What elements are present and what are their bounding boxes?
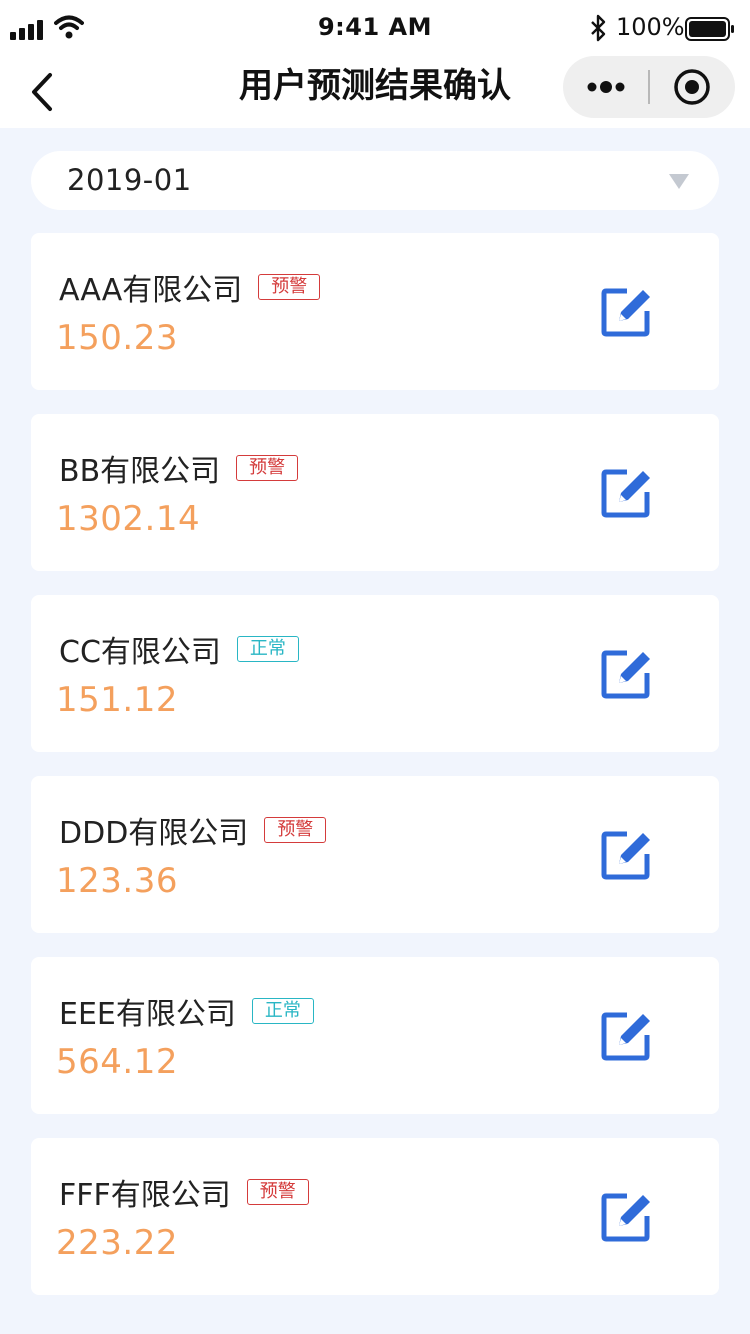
forecast-amount: 150.23 [56,318,178,358]
edit-icon [601,1193,650,1242]
month-value: 2019-01 [67,163,192,197]
company-row: AAA有限公司 预警 [59,267,321,308]
company-card: FFF有限公司 预警 223.22 [31,1138,719,1295]
edit-button[interactable] [597,645,657,705]
status-badge: 预警 [264,817,327,843]
close-button[interactable] [649,56,735,118]
edit-icon [601,650,650,699]
page-title: 用户预测结果确认 [239,66,511,106]
forecast-amount: 223.22 [56,1223,178,1263]
status-badge: 正常 [236,636,299,662]
company-row: CC有限公司 正常 [59,629,299,670]
edit-button[interactable] [597,464,657,524]
company-card: EEE有限公司 正常 564.12 [31,957,719,1114]
forecast-amount: 564.12 [56,1042,178,1082]
forecast-amount: 1302.14 [56,499,201,539]
company-row: FFF有限公司 预警 [59,1172,309,1213]
company-name: FFF有限公司 [59,1178,231,1213]
edit-button[interactable] [597,1007,657,1067]
company-card: DDD有限公司 预警 123.36 [31,776,719,933]
edit-button[interactable] [597,1188,657,1248]
edit-icon [601,469,650,518]
company-name: DDD有限公司 [59,816,249,851]
company-card: CC有限公司 正常 151.12 [31,595,719,752]
status-badge: 正常 [251,998,314,1024]
company-row: EEE有限公司 正常 [59,991,314,1032]
battery-icon [685,17,734,41]
status-badge: 预警 [258,274,321,300]
company-row: BB有限公司 预警 [59,448,299,489]
month-selector[interactable]: 2019-01 [31,151,719,210]
dropdown-arrow-icon [669,174,689,189]
edit-button[interactable] [597,283,657,343]
edit-icon [601,288,650,337]
company-card: BB有限公司 预警 1302.14 [31,414,719,571]
edit-button[interactable] [597,826,657,886]
more-dots-icon [587,81,625,93]
company-name: EEE有限公司 [59,997,236,1032]
back-button[interactable] [22,64,62,120]
chevron-left-icon [32,73,52,111]
company-name: CC有限公司 [59,635,221,670]
battery-percentage: 100% [616,13,685,41]
company-name: BB有限公司 [59,454,221,489]
status-badge: 预警 [246,1179,309,1205]
forecast-amount: 151.12 [56,680,178,720]
nav-bar: 用户预测结果确认 [0,56,750,128]
more-button[interactable] [563,56,649,118]
company-list: AAA有限公司 预警 150.23 BB有限公司 预警 1302.14 CC有限公司 正常 15… [31,233,719,1319]
company-row: DDD有限公司 预警 [59,810,327,851]
edit-icon [601,831,650,880]
bluetooth-icon [591,14,606,42]
target-circle-icon [674,69,710,105]
edit-icon [601,1012,650,1061]
forecast-amount: 123.36 [56,861,178,901]
company-card: AAA有限公司 预警 150.23 [31,233,719,390]
company-name: AAA有限公司 [59,273,243,308]
status-bar: 9:41 AM 100% [0,0,750,56]
mini-program-capsule [563,56,735,118]
status-badge: 预警 [236,455,299,481]
